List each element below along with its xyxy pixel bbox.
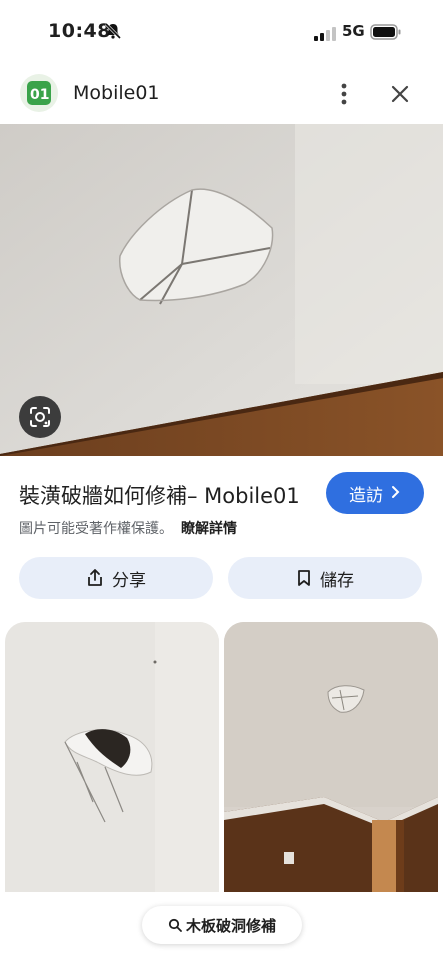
more-vert-icon[interactable] bbox=[332, 80, 356, 108]
bookmark-icon bbox=[298, 570, 310, 586]
battery-icon bbox=[370, 24, 402, 44]
share-label: 分享 bbox=[112, 570, 146, 591]
site-name[interactable]: Mobile01 bbox=[73, 82, 160, 104]
copyright-notice: 圖片可能受著作權保護。 瞭解詳情 bbox=[19, 518, 237, 538]
main-result-image[interactable] bbox=[0, 124, 443, 456]
related-image-thumbnail[interactable] bbox=[5, 622, 219, 894]
save-label: 儲存 bbox=[320, 570, 354, 591]
status-bar: 10:48 5G bbox=[0, 0, 443, 64]
close-icon[interactable] bbox=[386, 80, 414, 108]
lens-icon[interactable] bbox=[19, 396, 61, 438]
result-title-row: 裝潢破牆如何修補– Mobile01 造訪 bbox=[0, 470, 443, 518]
mobile01-logo-icon[interactable]: 01 bbox=[20, 74, 58, 112]
result-title[interactable]: 裝潢破牆如何修補– Mobile01 bbox=[19, 480, 300, 510]
search-chip-label: 木板破洞修補 bbox=[185, 916, 276, 935]
related-image-thumbnail[interactable] bbox=[224, 622, 438, 894]
visit-button[interactable]: 造訪 bbox=[326, 472, 424, 514]
bell-muted-icon bbox=[104, 22, 122, 44]
viewer-header: 01 Mobile01 bbox=[0, 70, 443, 118]
copyright-text: 圖片可能受著作權保護。 bbox=[19, 521, 173, 537]
bottom-bar: 木板破洞修補 bbox=[0, 892, 443, 960]
visit-button-label: 造訪 bbox=[349, 485, 383, 506]
search-icon bbox=[168, 918, 182, 932]
cellular-signal-icon bbox=[314, 26, 338, 45]
related-search-chip[interactable]: 木板破洞修補 bbox=[142, 906, 302, 944]
learn-more-link[interactable]: 瞭解詳情 bbox=[181, 521, 237, 537]
status-time: 10:48 bbox=[48, 20, 111, 42]
network-type: 5G bbox=[342, 22, 365, 40]
chevron-right-icon bbox=[391, 484, 401, 503]
share-icon bbox=[88, 569, 102, 586]
share-button[interactable]: 分享 bbox=[19, 557, 213, 599]
svg-text:01: 01 bbox=[30, 87, 49, 103]
save-button[interactable]: 儲存 bbox=[228, 557, 422, 599]
